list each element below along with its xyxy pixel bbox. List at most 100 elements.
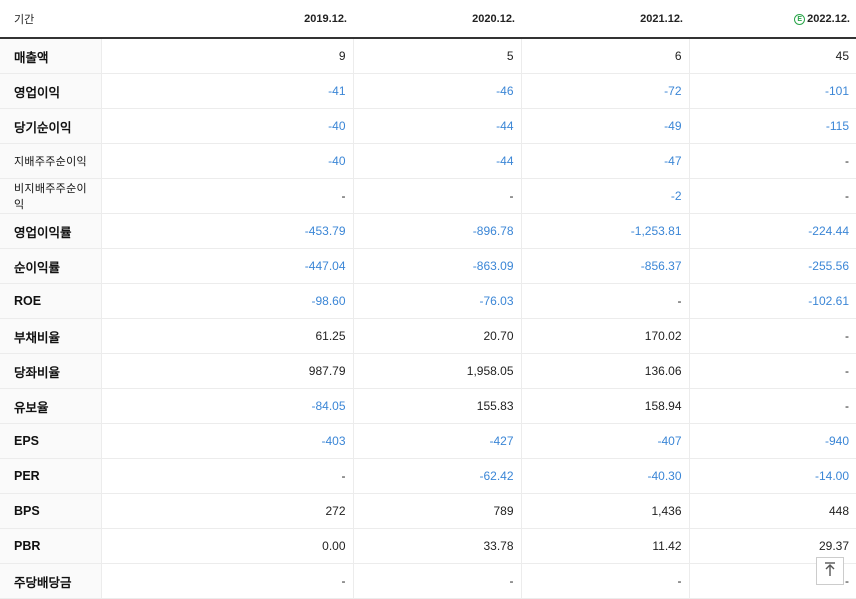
row-label: 영업이익 — [0, 73, 101, 109]
value-cell: 789 — [352, 493, 521, 529]
table-row: 당기순이익 -40 -44 -49 -115 — [0, 108, 856, 144]
value-cell: 272 — [100, 493, 353, 529]
table-row: 유보율 -84.05 155.83 158.94- — [0, 388, 856, 424]
value-cell: -84.05 — [100, 388, 353, 424]
table-row: 부채비율 61.25 20.70 170.02- — [0, 318, 856, 354]
value-cell: - — [520, 563, 689, 599]
value-cell: -407 — [520, 423, 689, 459]
value-cell: -47 — [520, 143, 689, 179]
row-label: 지배주주순이익 — [0, 143, 101, 179]
table-row: 영업이익 -41 -46 -72 -101 — [0, 73, 856, 109]
value-cell: 45 — [688, 38, 856, 74]
period-label: 기간 — [0, 0, 101, 39]
value-cell: -403 — [100, 423, 353, 459]
row-label: 영업이익률 — [0, 213, 101, 249]
row-label: 매출액 — [0, 38, 101, 74]
value-cell: - — [688, 388, 856, 424]
value-cell: -44 — [352, 108, 521, 144]
value-cell: 170.02 — [520, 318, 689, 354]
row-label: EPS — [0, 423, 101, 459]
row-label: PBR — [0, 528, 101, 564]
row-label: ROE — [0, 283, 101, 319]
value-cell: -427 — [352, 423, 521, 459]
value-cell: - — [520, 283, 689, 319]
row-label: 주당배당금 — [0, 563, 101, 599]
value-cell: -40 — [100, 108, 353, 144]
value-cell: -40.30 — [520, 458, 689, 494]
table-row: PER - -62.42 -40.30 -14.00 — [0, 458, 856, 494]
value-cell: 158.94 — [520, 388, 689, 424]
table-row: 당좌비율 987.79 1,958.05 136.06- — [0, 353, 856, 389]
value-cell: 33.78 — [352, 528, 521, 564]
value-cell: -46 — [352, 73, 521, 109]
value-cell: -101 — [688, 73, 856, 109]
value-cell: -40 — [100, 143, 353, 179]
value-cell: - — [100, 563, 353, 599]
value-cell: 5 — [352, 38, 521, 74]
value-cell: -1,253.81 — [520, 213, 689, 249]
value-cell: - — [688, 178, 856, 214]
table-row: 순이익률 -447.04 -863.09 -856.37 -255.56 — [0, 248, 856, 284]
value-cell: -98.60 — [100, 283, 353, 319]
value-cell: -2 — [520, 178, 689, 214]
value-cell: 0.00 — [100, 528, 353, 564]
value-cell: -49 — [520, 108, 689, 144]
value-cell: -863.09 — [352, 248, 521, 284]
value-cell: 20.70 — [352, 318, 521, 354]
table-row: BPS 272 789 1,436 448 — [0, 493, 856, 529]
row-label: BPS — [0, 493, 101, 529]
value-cell: 11.42 — [520, 528, 689, 564]
table-row: PBR 0.00 33.78 11.42 29.37 — [0, 528, 856, 564]
scroll-to-top-button[interactable] — [816, 557, 844, 585]
value-cell: - — [688, 318, 856, 354]
row-label: 유보율 — [0, 388, 101, 424]
table-row: 주당배당금 - - - - — [0, 563, 856, 599]
row-label: 순이익률 — [0, 248, 101, 284]
row-label: 당기순이익 — [0, 108, 101, 144]
value-cell: 155.83 — [352, 388, 521, 424]
row-label: 비지배주주순이익 — [0, 178, 101, 214]
row-label: PER — [0, 458, 101, 494]
value-cell: - — [688, 353, 856, 389]
table-row: ROE -98.60 -76.03- -102.61 — [0, 283, 856, 319]
value-cell: -41 — [100, 73, 353, 109]
value-cell: 61.25 — [100, 318, 353, 354]
value-cell: 9 — [100, 38, 353, 74]
table-row: 매출액 9 5 6 45 — [0, 38, 856, 74]
row-label: 당좌비율 — [0, 353, 101, 389]
value-cell: -896.78 — [352, 213, 521, 249]
table-row: 지배주주순이익 -40 -44 -47- — [0, 143, 856, 179]
value-cell: 448 — [688, 493, 856, 529]
arrow-up-icon — [823, 561, 837, 582]
value-cell: - — [352, 563, 521, 599]
value-cell: -856.37 — [520, 248, 689, 284]
period-header-estimate: E 2022.12. — [689, 0, 856, 39]
value-cell: - — [352, 178, 521, 214]
value-cell: -115 — [688, 108, 856, 144]
value-cell: -14.00 — [688, 458, 856, 494]
value-cell: 1,436 — [520, 493, 689, 529]
value-cell: -62.42 — [352, 458, 521, 494]
estimate-icon: E — [794, 13, 806, 25]
value-cell: -76.03 — [352, 283, 521, 319]
period-header: 2019.12. — [101, 0, 353, 39]
table-row: 비지배주주순이익 - - -2- — [0, 178, 856, 214]
value-cell: -453.79 — [100, 213, 353, 249]
period-header: 2021.12. — [521, 0, 689, 39]
value-cell: -255.56 — [688, 248, 856, 284]
value-cell: -224.44 — [688, 213, 856, 249]
table-row: 영업이익률 -453.79 -896.78 -1,253.81 -224.44 — [0, 213, 856, 249]
table-row: EPS -403 -427 -407 -940 — [0, 423, 856, 459]
value-cell: -44 — [352, 143, 521, 179]
value-cell: -447.04 — [100, 248, 353, 284]
value-cell: -940 — [688, 423, 856, 459]
value-cell: - — [100, 458, 353, 494]
value-cell: 987.79 — [100, 353, 353, 389]
period-header: 2020.12. — [353, 0, 521, 39]
period-header-label: 2022.12. — [807, 12, 850, 25]
table-header-row: 기간 2019.12. 2020.12. 2021.12. E 2022.12. — [0, 0, 856, 39]
value-cell: -72 — [520, 73, 689, 109]
financial-summary-table: 기간 2019.12. 2020.12. 2021.12. E 2022.12. … — [0, 0, 856, 599]
value-cell: - — [688, 143, 856, 179]
value-cell: - — [100, 178, 353, 214]
